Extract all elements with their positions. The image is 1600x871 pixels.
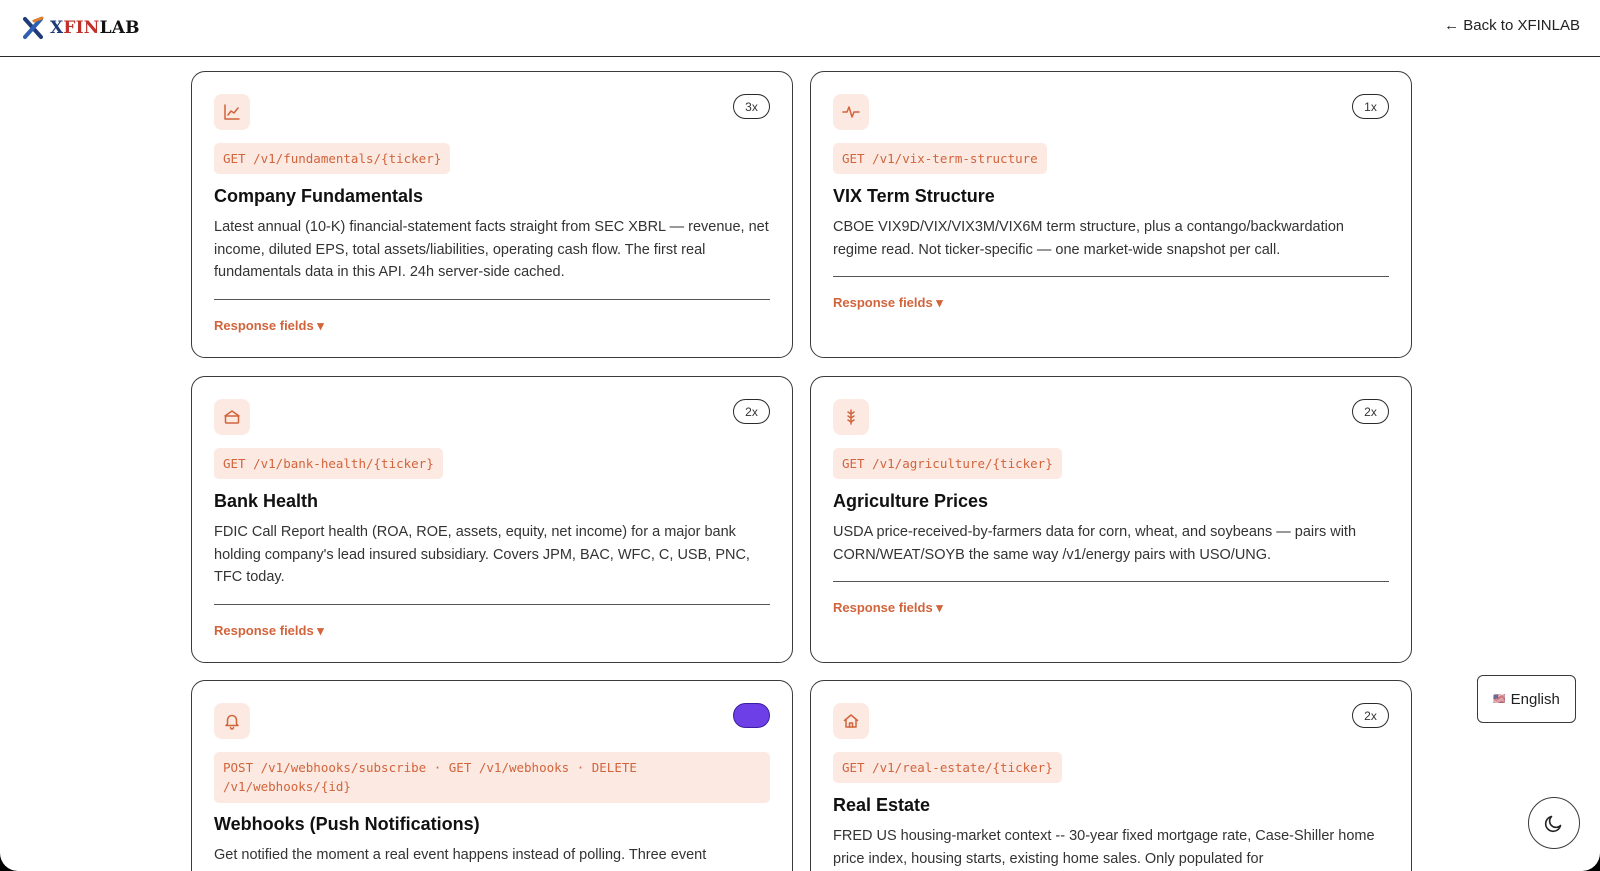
endpoint-card-fundamentals: 3x GET /v1/fundamentals/{ticker} Company… xyxy=(191,71,793,358)
page: XFINLAB ← Back to XFINLAB 3x GET /v1/fun… xyxy=(0,0,1600,871)
cost-badge: 2x xyxy=(733,399,770,424)
endpoint-card-agriculture: 2x GET /v1/agriculture/{ticker} Agricult… xyxy=(810,376,1412,663)
card-description: USDA price-received-by-farmers data for … xyxy=(833,524,1357,563)
back-to-xfinlab-link[interactable]: ← Back to XFINLAB xyxy=(1444,17,1580,34)
endpoint-path: GET /v1/agriculture/{ticker} xyxy=(833,448,1062,480)
response-fields-toggle[interactable]: Response fields ▾ xyxy=(214,623,324,639)
pulse-icon xyxy=(833,94,869,130)
language-label: English xyxy=(1510,690,1560,708)
response-fields-toggle[interactable]: Response fields ▾ xyxy=(833,600,943,616)
cost-badge: 3x xyxy=(733,94,770,119)
divider xyxy=(833,581,1389,582)
endpoint-card-webhooks: POST /v1/webhooks/subscribe · GET /v1/we… xyxy=(191,680,793,871)
endpoint-card-real-estate: 2x GET /v1/real-estate/{ticker} Real Est… xyxy=(810,680,1412,871)
house-icon xyxy=(833,703,869,739)
cost-badge: 1x xyxy=(1352,94,1389,119)
language-selector[interactable]: 🇺🇸 English xyxy=(1477,675,1576,723)
wheat-icon xyxy=(833,399,869,435)
card-description: FRED US housing-market context -- 30-yea… xyxy=(833,828,1375,867)
moon-icon xyxy=(1544,815,1562,833)
bell-icon xyxy=(214,703,250,739)
endpoint-path: GET /v1/vix-term-structure xyxy=(833,143,1047,175)
divider xyxy=(214,604,770,605)
card-title: VIX Term Structure xyxy=(833,186,995,206)
response-fields-toggle[interactable]: Response fields ▾ xyxy=(833,295,943,311)
xfinlab-logo-icon xyxy=(23,16,44,39)
card-title: Webhooks (Push Notifications) xyxy=(214,814,480,834)
divider xyxy=(214,299,770,300)
theme-toggle-button[interactable] xyxy=(1528,797,1580,849)
endpoint-card-bank-health: 2x GET /v1/bank-health/{ticker} Bank Hea… xyxy=(191,376,793,663)
endpoint-path: GET /v1/fundamentals/{ticker} xyxy=(214,143,451,175)
card-description: Get notified the moment a real event hap… xyxy=(214,847,707,863)
card-title: Real Estate xyxy=(833,795,931,815)
status-badge xyxy=(733,703,770,728)
endpoint-path: POST /v1/webhooks/subscribe · GET /v1/we… xyxy=(214,752,770,803)
line-chart-icon xyxy=(214,94,250,130)
card-description: CBOE VIX9D/VIX/VIX3M/VIX6M term structur… xyxy=(833,219,1344,258)
cost-badge: 2x xyxy=(1352,703,1389,728)
brand[interactable]: XFINLAB xyxy=(22,15,140,41)
endpoint-card-vix-term-structure: 1x GET /v1/vix-term-structure VIX Term S… xyxy=(810,71,1412,358)
cost-badge: 2x xyxy=(1352,399,1389,424)
response-fields-toggle[interactable]: Response fields ▾ xyxy=(214,318,324,334)
card-title: Agriculture Prices xyxy=(833,491,989,511)
card-title: Company Fundamentals xyxy=(214,186,424,206)
card-title: Bank Health xyxy=(214,491,319,511)
us-flag-icon: 🇺🇸 xyxy=(1493,693,1506,705)
card-description: Latest annual (10-K) financial-statement… xyxy=(214,219,769,280)
brand-name: XFINLAB xyxy=(50,18,140,38)
endpoint-path: GET /v1/bank-health/{ticker} xyxy=(214,448,443,480)
divider xyxy=(833,276,1389,277)
bank-icon xyxy=(214,399,250,435)
endpoint-path: GET /v1/real-estate/{ticker} xyxy=(833,752,1062,784)
card-description: FDIC Call Report health (ROA, ROE, asset… xyxy=(214,524,750,585)
top-bar: XFINLAB ← Back to XFINLAB xyxy=(0,0,1600,57)
